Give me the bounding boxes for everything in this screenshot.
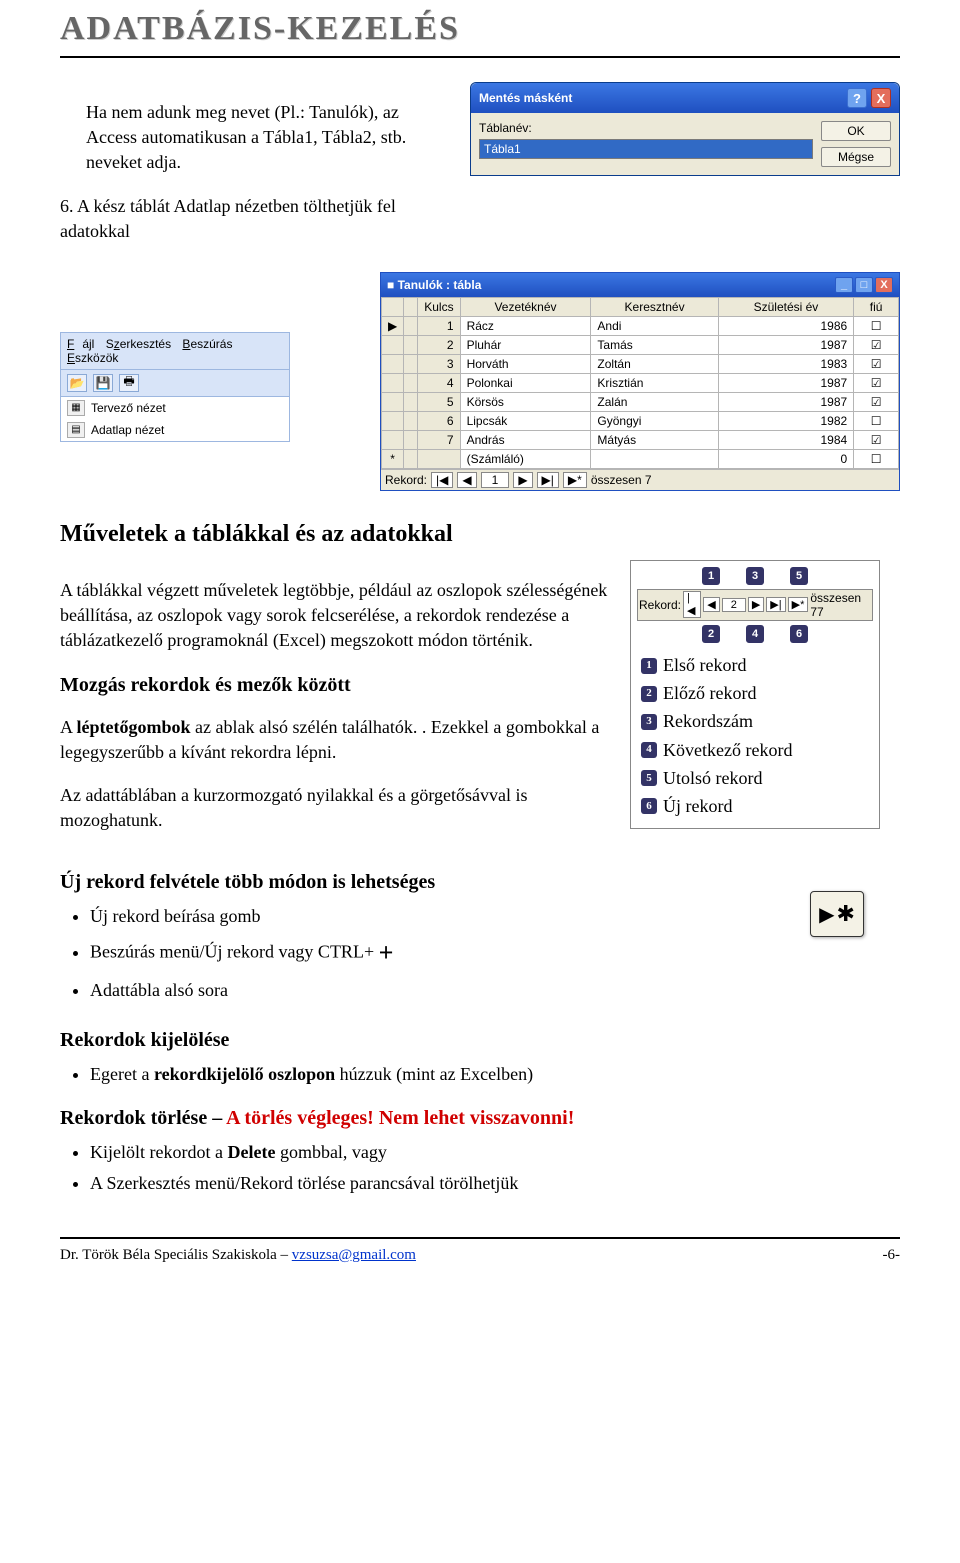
table-row[interactable]: 5KörsösZalán1987☑ (382, 392, 899, 411)
subsection-navigation-title: Mozgás rekordok és mezők között (60, 674, 610, 697)
table-header[interactable]: Vezetéknév (460, 297, 591, 316)
record-total: összesen 7 (591, 473, 652, 487)
callout-3: 3 (746, 567, 764, 585)
table-header[interactable]: fiú (854, 297, 899, 316)
menubar: Fájl Szerkesztés Beszúrás Eszközök (60, 332, 290, 370)
table-header[interactable]: Keresztnév (591, 297, 718, 316)
table-row[interactable]: 4PolonkaiKrisztián1987☑ (382, 373, 899, 392)
callout-1: 1 (702, 567, 720, 585)
recnavbar-next[interactable]: ▶ (748, 597, 764, 612)
recnav-label: Rekord: (385, 473, 427, 487)
app-fragment: Fájl Szerkesztés Beszúrás Eszközök 📂 💾 🖶… (60, 332, 290, 442)
list-item: Új rekord beírása gomb (90, 904, 790, 929)
page-footer: Dr. Török Béla Speciális Szakiskola – vz… (60, 1237, 900, 1264)
menu-edit[interactable]: Szerkesztés (106, 337, 171, 351)
minimize-icon[interactable]: _ (835, 277, 853, 293)
new-record-button[interactable]: ▶* (563, 472, 587, 488)
newrecord-methods-list: Új rekord beírása gomb Beszúrás menü/Új … (60, 904, 790, 1003)
recnavbar-first[interactable]: |◀ (683, 591, 701, 618)
menu-tools[interactable]: Eszközök (67, 351, 118, 365)
datasheet-view-icon: ▤ (67, 422, 85, 438)
table-row[interactable]: 3HorváthZoltán1983☑ (382, 354, 899, 373)
intro-item6: A kész táblát Adatlap nézetben tölthetjü… (60, 196, 396, 241)
intro-paragraph: Ha nem adunk meg nevet (Pl.: Tanulók), a… (86, 100, 450, 176)
saveas-dialog: Mentés másként ? X Táblanév: Tábla1 OK M… (470, 82, 900, 176)
new-record-icon: ▶✱ (810, 891, 864, 937)
subsection-delete-title: Rekordok törlése – A törlés végleges! Ne… (60, 1107, 900, 1130)
recnavbar-new[interactable]: ▶* (788, 597, 809, 612)
toolbar: 📂 💾 🖶 (60, 370, 290, 397)
recnavbar-last[interactable]: ▶| (766, 597, 785, 612)
table-header[interactable] (382, 297, 404, 316)
menu-file[interactable]: Fájl (67, 337, 94, 351)
list-item: A Szerkesztés menü/Rekord törlése paranc… (90, 1171, 900, 1196)
record-nav-figure: 1 3 5 Rekord: |◀ ◀ 2 ▶ ▶| ▶* összesen 77… (630, 560, 880, 829)
callout-6: 6 (790, 625, 808, 643)
view-datasheet[interactable]: ▤ Adatlap nézet (61, 419, 289, 441)
dialog-field-label: Táblanév: (479, 121, 813, 135)
close-icon[interactable]: X (875, 277, 893, 293)
print-icon[interactable]: 🖶 (119, 374, 139, 392)
record-nav-legend: 1Első rekord 2Előző rekord 3Rekordszám 4… (637, 653, 873, 819)
data-table[interactable]: KulcsVezetéknévKeresztnévSzületési évfiú… (381, 297, 899, 469)
callout-4: 4 (746, 625, 764, 643)
footer-school: Dr. Török Béla Speciális Szakiskola – (60, 1247, 292, 1263)
recnavbar-label: Rekord: (639, 598, 681, 612)
ok-button[interactable]: OK (821, 121, 891, 141)
list-item: Egeret a rekordkijelölő oszlopon húzzuk … (90, 1062, 900, 1087)
record-position[interactable]: 1 (481, 472, 510, 488)
callout-5: 5 (790, 567, 808, 585)
recnavbar-prev[interactable]: ◀ (703, 597, 719, 612)
subsection-navigation-para2: Az adattáblában a kurzormozgató nyilakka… (60, 783, 610, 833)
design-view-icon: ▦ (67, 400, 85, 416)
table-header[interactable] (404, 297, 418, 316)
section-operations-para: A táblákkal végzett műveletek legtöbbje,… (60, 578, 610, 654)
list-item: Adattábla alsó sora (90, 978, 790, 1003)
table-row[interactable]: 2PluhárTamás1987☑ (382, 335, 899, 354)
recnavbar-total: összesen 77 (810, 591, 871, 619)
table-window-title: ■ Tanulók : tábla (387, 278, 481, 292)
last-record-button[interactable]: ▶| (537, 472, 559, 488)
save-icon[interactable]: 💾 (93, 374, 113, 392)
footer-email-link[interactable]: vzsuzsa@gmail.com (292, 1247, 416, 1263)
menu-insert[interactable]: Beszúrás (182, 337, 232, 351)
open-icon[interactable]: 📂 (67, 374, 87, 392)
record-navigator[interactable]: Rekord: |◀ ◀ 1 ▶ ▶| ▶* összesen 7 (381, 469, 899, 490)
callout-2: 2 (702, 625, 720, 643)
maximize-icon[interactable]: □ (855, 277, 873, 293)
table-header[interactable]: Születési év (718, 297, 853, 316)
recnavbar-pos[interactable]: 2 (722, 598, 746, 612)
next-record-button[interactable]: ▶ (513, 472, 532, 488)
table-row[interactable]: ▶1RáczAndi1986☐ (382, 316, 899, 335)
table-header[interactable]: Kulcs (418, 297, 460, 316)
prev-record-button[interactable]: ◀ (457, 472, 476, 488)
close-icon[interactable]: X (871, 88, 891, 108)
table-row[interactable]: *(Számláló)0☐ (382, 449, 899, 468)
subsection-navigation-para1: A léptetőgombok az ablak alsó szélén tal… (60, 715, 610, 765)
first-record-button[interactable]: |◀ (431, 472, 453, 488)
help-icon[interactable]: ? (847, 88, 867, 108)
table-row[interactable]: 6LipcsákGyöngyi1982☐ (382, 411, 899, 430)
page-number: -6- (883, 1247, 901, 1264)
page-header-title: ADATBÁZIS-KEZELÉS (60, 0, 900, 58)
tablename-input[interactable]: Tábla1 (479, 139, 813, 159)
table-window: ■ Tanulók : tábla _ □ X KulcsVezetéknévK… (380, 272, 900, 491)
list-item: Beszúrás menü/Új rekord vagy CTRL+ + (90, 935, 790, 971)
list-number-6: 6. (60, 196, 77, 216)
table-row[interactable]: 7AndrásMátyás1984☑ (382, 430, 899, 449)
view-datasheet-label: Adatlap nézet (91, 423, 164, 437)
subsection-newrecord-title: Új rekord felvétele több módon is lehets… (60, 871, 790, 894)
dialog-title: Mentés másként (479, 91, 572, 105)
cancel-button[interactable]: Mégse (821, 147, 891, 167)
list-item: Kijelölt rekordot a Delete gombbal, vagy (90, 1140, 900, 1165)
section-operations-title: Műveletek a táblákkal és az adatokkal (60, 521, 900, 548)
view-design-label: Tervező nézet (91, 401, 166, 415)
subsection-select-title: Rekordok kijelölése (60, 1029, 900, 1052)
view-design[interactable]: ▦ Tervező nézet (61, 397, 289, 419)
